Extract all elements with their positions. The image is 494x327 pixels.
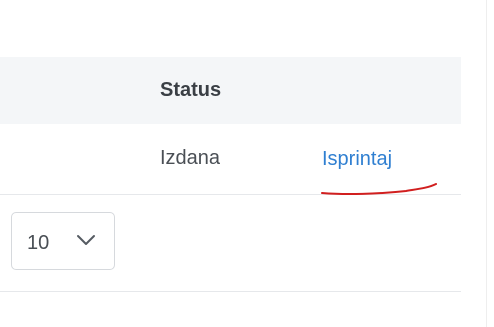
status-cell: Izdana xyxy=(160,147,221,169)
page-size-value: 10 xyxy=(27,232,50,254)
column-header-status: Status xyxy=(160,79,222,101)
page: Status Izdana Isprintaj 10 xyxy=(0,0,494,327)
page-size-select[interactable]: 10 xyxy=(11,212,115,270)
panel-edge xyxy=(486,0,487,327)
print-link[interactable]: Isprintaj xyxy=(322,148,392,171)
chevron-down-icon xyxy=(77,235,95,245)
table-header: Status xyxy=(0,57,461,125)
pagination-row: 10 xyxy=(0,195,461,292)
